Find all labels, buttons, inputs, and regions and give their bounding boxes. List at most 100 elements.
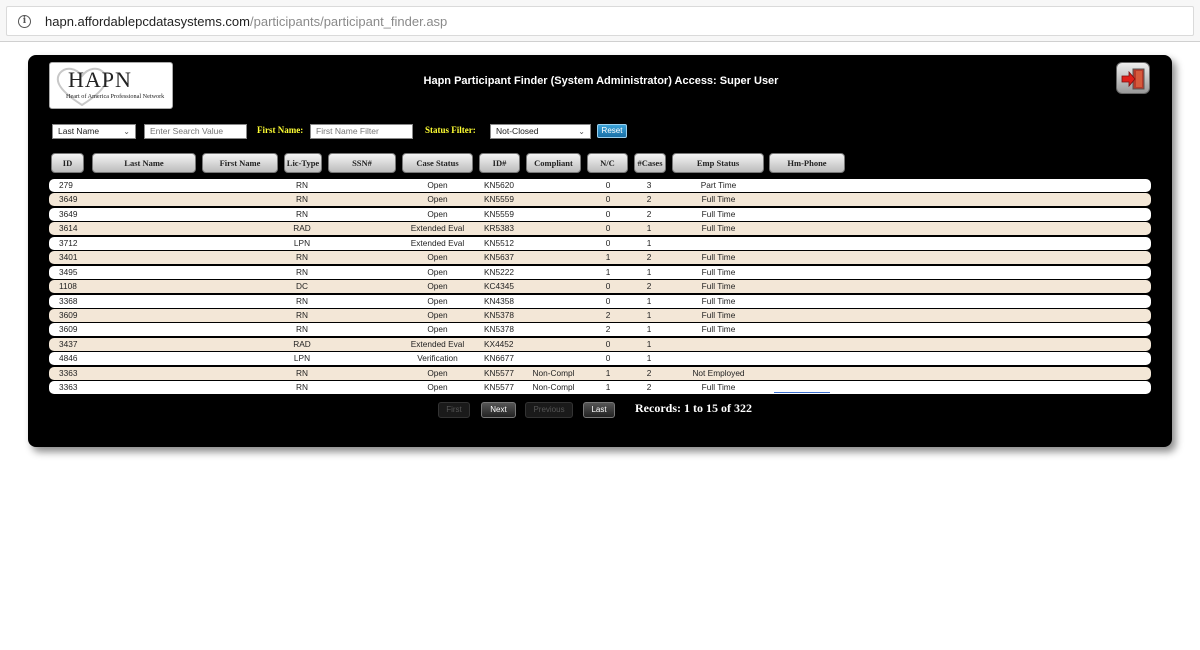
cell-lic-type: RN — [296, 382, 308, 393]
next-page-button[interactable]: Next — [481, 402, 516, 418]
cell-cases: 1 — [646, 353, 652, 364]
table-row[interactable]: 3649 RN Open KN5559 0 2 Full Time — [49, 193, 1151, 207]
logo-subtitle: Heart of America Professional Network — [66, 93, 165, 100]
exit-button[interactable] — [1116, 62, 1150, 94]
cell-lic-type: RN — [296, 252, 308, 263]
cell-emp-status: Full Time — [701, 208, 736, 219]
column-header-lic-type[interactable]: Lic-Type — [284, 153, 322, 173]
url-host: hapn.affordablepcdatasystems.com — [45, 13, 250, 29]
table-row[interactable]: 3368 RN Open KN4358 0 1 Full Time — [49, 294, 1151, 308]
cell-compliant: Non-Compl — [532, 382, 575, 393]
cell-emp-status: Not Employed — [692, 367, 745, 378]
cell-nc: 1 — [605, 382, 611, 393]
table-row[interactable]: 3363 RN Open KN5577 Non-Compl 1 2 Not Employed — [49, 366, 1151, 380]
cell-lic-type: LPN — [293, 237, 311, 248]
search-by-select[interactable]: Last Name ⌄ — [52, 124, 136, 139]
cell-id: 3368 — [59, 295, 78, 306]
column-header-first-name[interactable]: First Name — [202, 153, 278, 173]
records-count: Records: 1 to 15 of 322 — [635, 401, 752, 415]
cell-case-status: Open — [427, 382, 448, 393]
cell-cases: 1 — [646, 324, 652, 335]
finder-panel: HAPN Heart of America Professional Netwo… — [28, 55, 1172, 447]
cell-id-number: KN5378 — [484, 324, 514, 335]
cell-lic-type: RN — [296, 295, 308, 306]
column-header-compliant[interactable]: Compliant — [526, 153, 581, 173]
column-header-cases[interactable]: #Cases — [634, 153, 666, 173]
table-row[interactable]: 3614 RAD Extended Eval KR5383 0 1 Full Time — [49, 222, 1151, 236]
table-row[interactable]: 3437 RAD Extended Eval KX4452 0 1 — [49, 337, 1151, 351]
cell-nc: 0 — [605, 338, 611, 349]
table-row[interactable]: 4846 LPN Verification KN6677 0 1 — [49, 352, 1151, 366]
table-row[interactable]: 3401 RN Open KN5637 1 2 Full Time — [49, 251, 1151, 265]
reset-button[interactable]: Reset — [597, 124, 627, 138]
cell-nc: 0 — [605, 223, 611, 234]
url-field[interactable]: i hapn.affordablepcdatasystems.com/parti… — [6, 6, 1194, 36]
first-page-button[interactable]: First — [438, 402, 470, 418]
column-header-last-name[interactable]: Last Name — [92, 153, 196, 173]
table-row[interactable]: 3649 RN Open KN5559 0 2 Full Time — [49, 207, 1151, 221]
column-header-id-number[interactable]: ID# — [479, 153, 520, 173]
table-row[interactable]: 3712 LPN Extended Eval KN5512 0 1 — [49, 236, 1151, 250]
table-row[interactable]: 279 RN Open KN5620 0 3 Part Time — [49, 179, 1151, 192]
cell-lic-type: RN — [296, 324, 308, 335]
cell-nc: 1 — [605, 367, 611, 378]
url-path: /participants/participant_finder.asp — [250, 13, 448, 29]
cell-id-number: KN5577 — [484, 382, 514, 393]
cell-case-status: Open — [427, 208, 448, 219]
table-row[interactable]: 3609 RN Open KN5378 2 1 Full Time — [49, 323, 1151, 337]
cell-id: 3363 — [59, 382, 78, 393]
cell-id: 4846 — [59, 353, 78, 364]
cell-nc: 0 — [605, 295, 611, 306]
browser-address-bar: i hapn.affordablepcdatasystems.com/parti… — [0, 0, 1200, 42]
cell-emp-status: Full Time — [701, 309, 736, 320]
cell-case-status: Open — [427, 180, 448, 190]
status-filter-value: Not-Closed — [496, 126, 539, 136]
cell-lic-type: RAD — [293, 338, 311, 349]
table-row[interactable]: 1108 DC Open KC4345 0 2 Full Time — [49, 280, 1151, 294]
cell-id: 3609 — [59, 324, 78, 335]
hm-phone-link[interactable] — [774, 392, 830, 394]
cell-id-number: KN5222 — [484, 266, 514, 277]
cell-lic-type: LPN — [293, 353, 311, 364]
hapn-logo: HAPN Heart of America Professional Netwo… — [49, 62, 173, 109]
column-header-hm-phone[interactable]: Hm-Phone — [769, 153, 845, 173]
table-row[interactable]: 3363 RN Open KN5577 Non-Compl 1 2 Full Time — [49, 381, 1151, 395]
cell-nc: 0 — [605, 281, 611, 292]
cell-cases: 2 — [646, 367, 652, 378]
first-name-input[interactable]: First Name Filter — [310, 124, 413, 139]
results-table: 279 RN Open KN5620 0 3 Part Time 3649 RN Open KN55… — [49, 179, 1151, 396]
column-header-nc[interactable]: N/C — [587, 153, 628, 173]
info-icon[interactable]: i — [18, 14, 31, 28]
cell-case-status: Extended Eval — [410, 338, 465, 349]
last-page-button[interactable]: Last — [583, 402, 615, 418]
first-name-label: First Name: — [257, 125, 304, 135]
column-header-ssn[interactable]: SSN# — [328, 153, 396, 173]
cell-cases: 1 — [646, 237, 652, 248]
column-header-id[interactable]: ID — [51, 153, 84, 173]
cell-cases: 1 — [646, 266, 652, 277]
search-input[interactable]: Enter Search Value — [144, 124, 247, 139]
cell-id-number: KX4452 — [484, 338, 514, 349]
cell-id-number: KN5559 — [484, 208, 514, 219]
cell-compliant: Non-Compl — [532, 367, 575, 378]
cell-id-number: KN5577 — [484, 367, 514, 378]
table-row[interactable]: 3495 RN Open KN5222 1 1 Full Time — [49, 265, 1151, 279]
status-filter-select[interactable]: Not-Closed ⌄ — [490, 124, 591, 139]
cell-lic-type: RN — [296, 194, 308, 205]
cell-cases: 1 — [646, 309, 652, 320]
cell-cases: 2 — [646, 382, 652, 393]
table-row[interactable]: 3609 RN Open KN5378 2 1 Full Time — [49, 308, 1151, 322]
cell-nc: 1 — [605, 252, 611, 263]
previous-page-button[interactable]: Previous — [525, 402, 573, 418]
cell-id: 3649 — [59, 208, 78, 219]
cell-id-number: KN5620 — [484, 180, 514, 190]
cell-id-number: KN5512 — [484, 237, 514, 248]
search-by-value: Last Name — [58, 126, 100, 136]
column-header-case-status[interactable]: Case Status — [402, 153, 473, 173]
cell-nc: 2 — [605, 324, 611, 335]
column-header-emp-status[interactable]: Emp Status — [672, 153, 764, 173]
cell-case-status: Open — [427, 194, 448, 205]
cell-nc: 0 — [605, 353, 611, 364]
cell-id-number: KN6677 — [484, 353, 514, 364]
cell-case-status: Open — [427, 309, 448, 320]
